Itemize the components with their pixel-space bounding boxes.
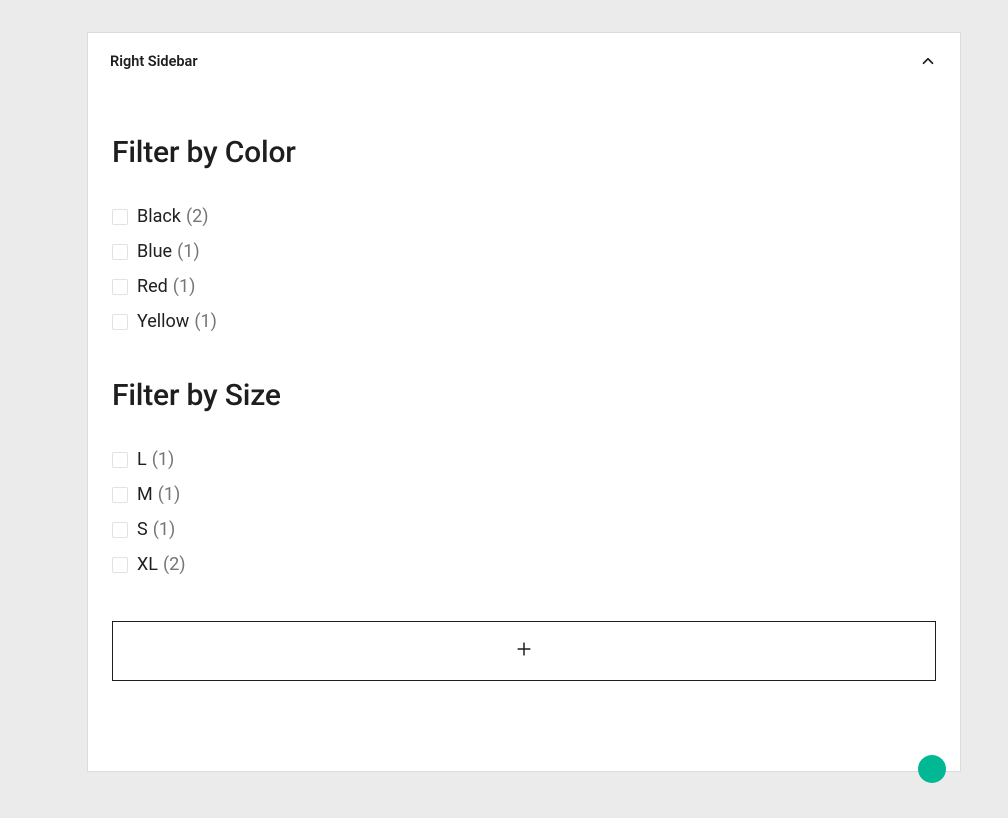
filter-count: (1): [177, 241, 200, 262]
filter-label: Red: [137, 276, 168, 297]
filter-count: (1): [173, 276, 196, 297]
list-item[interactable]: Red (1): [112, 276, 936, 297]
add-block-button[interactable]: [112, 621, 936, 681]
filter-label: S: [137, 519, 148, 540]
list-item[interactable]: XL (2): [112, 554, 936, 575]
sidebar-panel: Right Sidebar Filter by Color Black (2) …: [87, 32, 961, 772]
plus-icon: [514, 639, 534, 664]
list-item[interactable]: M (1): [112, 484, 936, 505]
panel-title: Right Sidebar: [110, 53, 198, 70]
filter-count: (1): [158, 484, 181, 505]
help-badge[interactable]: [918, 755, 946, 783]
chevron-up-icon: [919, 52, 937, 70]
filter-count: (2): [163, 554, 186, 575]
checkbox[interactable]: [112, 522, 128, 538]
checkbox[interactable]: [112, 244, 128, 260]
collapse-button[interactable]: [918, 51, 938, 71]
checkbox[interactable]: [112, 209, 128, 225]
list-item[interactable]: L (1): [112, 449, 936, 470]
list-item[interactable]: Yellow (1): [112, 311, 936, 332]
size-filter-list: L (1) M (1) S (1) XL (2): [112, 449, 936, 575]
checkbox[interactable]: [112, 279, 128, 295]
checkbox[interactable]: [112, 557, 128, 573]
checkbox[interactable]: [112, 452, 128, 468]
filter-by-size-heading: Filter by Size: [112, 378, 936, 413]
filter-label: M: [137, 484, 153, 505]
checkbox[interactable]: [112, 314, 128, 330]
color-filter-list: Black (2) Blue (1) Red (1) Yellow (1): [112, 206, 936, 332]
list-item[interactable]: S (1): [112, 519, 936, 540]
filter-count: (1): [194, 311, 217, 332]
panel-header: Right Sidebar: [88, 33, 960, 89]
checkbox[interactable]: [112, 487, 128, 503]
filter-by-color-heading: Filter by Color: [112, 135, 936, 170]
filter-label: Black: [137, 206, 181, 227]
filter-count: (2): [186, 206, 209, 227]
filter-count: (1): [152, 449, 175, 470]
filter-count: (1): [153, 519, 176, 540]
list-item[interactable]: Black (2): [112, 206, 936, 227]
list-item[interactable]: Blue (1): [112, 241, 936, 262]
filter-label: L: [137, 449, 147, 470]
filter-label: Yellow: [137, 311, 189, 332]
filter-label: Blue: [137, 241, 172, 262]
panel-body: Filter by Color Black (2) Blue (1) Red (…: [88, 89, 960, 681]
filter-label: XL: [137, 554, 158, 575]
